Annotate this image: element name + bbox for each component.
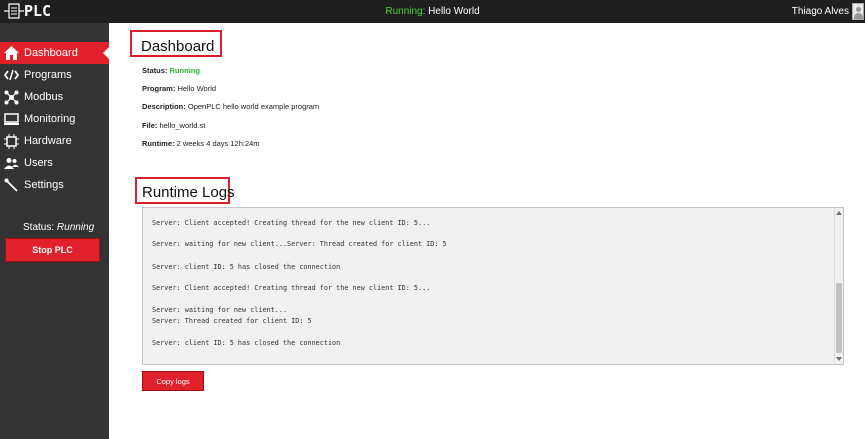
running-program-name: Hello World: [428, 6, 480, 17]
stop-plc-button[interactable]: Stop PLC: [5, 238, 100, 262]
log-line: Server: client ID: 5 has closed the conn…: [152, 263, 341, 271]
status-line: Status: Running: [142, 66, 200, 75]
wrench-icon: [3, 177, 19, 193]
sidebar-item-label: Monitoring: [24, 113, 76, 125]
log-line: Server: waiting for new client...: [152, 306, 288, 314]
runtime-logs-title: Runtime Logs: [142, 184, 235, 201]
network-icon: [3, 89, 19, 105]
sidebar-item-label: Programs: [24, 69, 72, 81]
sidebar-item-monitoring[interactable]: Monitoring: [0, 108, 109, 130]
description-value: OpenPLC hello world example program: [187, 102, 320, 111]
scroll-up-arrow-icon[interactable]: [836, 211, 842, 215]
sidebar-plc-status: Status: Running: [23, 222, 94, 233]
sidebar-item-label: Hardware: [24, 135, 72, 147]
program-line: Program: Hello World: [142, 84, 216, 93]
file-line: File: hello_world.st: [142, 121, 205, 130]
code-icon: [3, 67, 19, 83]
sidebar-item-programs[interactable]: Programs: [0, 64, 109, 86]
status-label: Status:: [142, 66, 168, 75]
runtime-value: 2 weeks 4 days 12h:24m: [176, 139, 260, 148]
log-line: Server: client ID: 5 has closed the conn…: [152, 339, 341, 347]
sidebar-status-label: Status:: [23, 222, 55, 233]
log-line: Server: Client accepted! Creating thread…: [152, 219, 431, 227]
program-value: Hello World: [177, 84, 217, 93]
file-value: hello_world.st: [159, 121, 206, 130]
log-scrollbar[interactable]: [834, 208, 843, 364]
sidebar: Dashboard Programs Modbus Monitoring Har…: [0, 23, 109, 439]
run-status-label: Running:: [385, 6, 426, 17]
file-label: File:: [142, 121, 158, 130]
scroll-thumb[interactable]: [836, 283, 842, 353]
scroll-down-arrow-icon[interactable]: [836, 357, 842, 361]
log-line: Server: Thread created for client ID: 5: [152, 317, 312, 325]
sidebar-item-users[interactable]: Users: [0, 152, 109, 174]
log-line: Server: Client accepted! Creating thread…: [152, 284, 431, 292]
copy-logs-button[interactable]: Copy logs: [142, 371, 204, 391]
runtime-line: Runtime: 2 weeks 4 days 12h:24m: [142, 139, 260, 148]
plc-run-status: Running: Hello World: [0, 6, 865, 17]
chip-icon: [3, 133, 19, 149]
program-label: Program:: [142, 84, 176, 93]
sidebar-item-modbus[interactable]: Modbus: [0, 86, 109, 108]
sidebar-item-label: Settings: [24, 179, 64, 191]
sidebar-item-label: Users: [24, 157, 53, 169]
description-label: Description:: [142, 102, 186, 111]
sidebar-item-settings[interactable]: Settings: [0, 174, 109, 196]
runtime-logs-textarea[interactable]: Server: Client accepted! Creating thread…: [142, 207, 844, 365]
status-value: Running: [169, 66, 200, 75]
monitor-icon: [3, 111, 19, 127]
home-icon: [3, 45, 19, 61]
sidebar-item-label: Modbus: [24, 91, 64, 103]
sidebar-item-dashboard[interactable]: Dashboard: [0, 42, 109, 64]
user-avatar-icon[interactable]: [852, 3, 864, 20]
description-line: Description: OpenPLC hello world example…: [142, 102, 319, 111]
sidebar-item-label: Dashboard: [24, 47, 78, 59]
sidebar-item-hardware[interactable]: Hardware: [0, 130, 109, 152]
runtime-label: Runtime:: [142, 139, 175, 148]
sidebar-status-value: Running: [56, 222, 95, 233]
main-content: Dashboard Status: Running Program: Hello…: [109, 23, 865, 439]
users-icon: [3, 155, 19, 171]
user-name[interactable]: Thiago Alves: [792, 6, 849, 17]
log-line: Server: waiting for new client...Server:…: [152, 240, 447, 248]
top-bar: PLC Running: Hello World Thiago Alves: [0, 0, 865, 23]
page-title: Dashboard: [141, 38, 215, 55]
